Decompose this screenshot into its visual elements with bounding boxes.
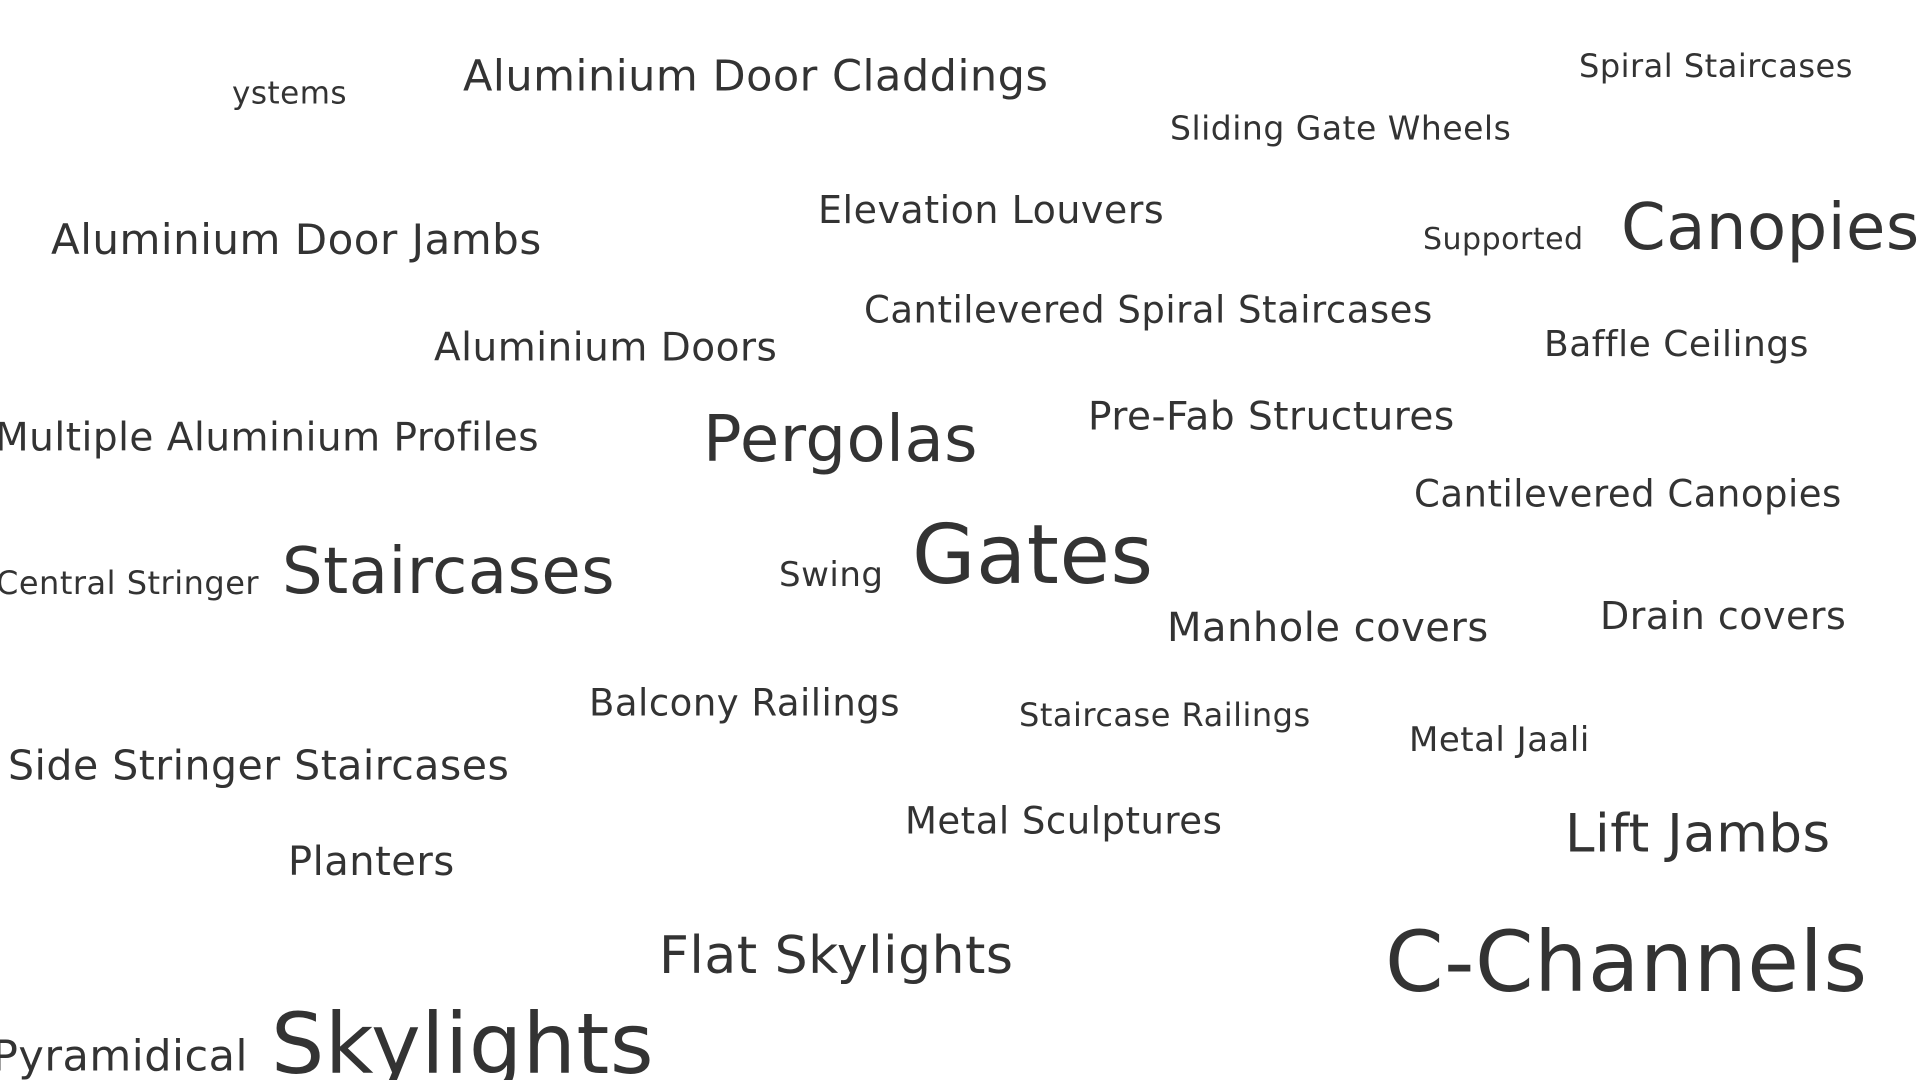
tag-sliding-gate-wheels[interactable]: Sliding Gate Wheels <box>1170 112 1511 145</box>
tag-aluminium-door-claddings[interactable]: Aluminium Door Claddings <box>463 55 1048 99</box>
tag-lift-jambs[interactable]: Lift Jambs <box>1565 808 1831 861</box>
tag-side-stringer-staircases[interactable]: Side Stringer Staircases <box>8 745 509 787</box>
tag-aluminium-doors[interactable]: Aluminium Doors <box>434 329 777 368</box>
tag-pyramidical[interactable]: Pyramidical <box>0 1035 248 1079</box>
tag-pre-fab-structures[interactable]: Pre-Fab Structures <box>1088 398 1455 437</box>
tag-skylights[interactable]: Skylights <box>271 1002 654 1080</box>
tag-flat-skylights[interactable]: Flat Skylights <box>659 930 1014 982</box>
tag-multiple-aluminium-profiles[interactable]: Multiple Aluminium Profiles <box>0 419 539 458</box>
tag-gates[interactable]: Gates <box>912 515 1154 597</box>
tag-cantilevered-canopies[interactable]: Cantilevered Canopies <box>1414 476 1842 513</box>
tag-drain-covers[interactable]: Drain covers <box>1600 597 1846 635</box>
tag-elevation-louvers[interactable]: Elevation Louvers <box>818 191 1164 229</box>
tag-canopies[interactable]: Canopies <box>1621 196 1920 260</box>
tag-balcony-railings[interactable]: Balcony Railings <box>589 685 900 722</box>
tag-swing[interactable]: Swing <box>779 558 883 592</box>
tag-supported[interactable]: Supported <box>1423 225 1584 255</box>
tag-cantilevered-spiral-staircases[interactable]: Cantilevered Spiral Staircases <box>864 292 1433 329</box>
tag-spiral-staircases[interactable]: Spiral Staircases <box>1579 50 1853 82</box>
tag-baffle-ceilings[interactable]: Baffle Ceilings <box>1544 327 1809 363</box>
tag-metal-jaali[interactable]: Metal Jaali <box>1409 723 1590 757</box>
tag-c-channels[interactable]: C-Channels <box>1385 920 1868 1004</box>
tag-systems-partial[interactable]: ystems <box>232 78 347 110</box>
tag-central-stringer[interactable]: Central Stringer <box>0 567 259 599</box>
tag-staircase-railings[interactable]: Staircase Railings <box>1019 699 1311 731</box>
tag-metal-sculptures[interactable]: Metal Sculptures <box>905 803 1222 840</box>
tag-pergolas[interactable]: Pergolas <box>703 408 978 472</box>
tag-manhole-covers[interactable]: Manhole covers <box>1167 608 1489 648</box>
tag-planters[interactable]: Planters <box>288 842 455 882</box>
tag-aluminium-door-jambs[interactable]: Aluminium Door Jambs <box>51 219 542 261</box>
tag-cloud: ystems Aluminium Door Claddings Spiral S… <box>0 0 1920 1080</box>
tag-staircases[interactable]: Staircases <box>282 540 615 604</box>
